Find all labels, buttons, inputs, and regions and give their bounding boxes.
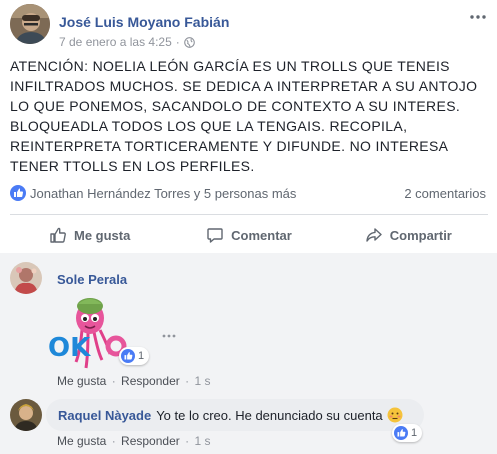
comment-reply-link[interactable]: Responder — [121, 374, 180, 388]
post-text: ATENCIÓN: NOELIA LEÓN GARCÍA ES UN TROLL… — [10, 58, 478, 174]
post-header: José Luis Moyano Fabián 7 de enero a las… — [10, 4, 490, 52]
comment-reaction-badge[interactable]: 1 — [119, 347, 150, 365]
comment-text: Yo te lo creo. He denunciado su cuenta — [156, 407, 383, 423]
reactors-link[interactable]: Jonathan Hernández Torres y 5 personas m… — [30, 186, 296, 201]
thumbs-up-icon — [50, 227, 66, 243]
separator: · — [111, 374, 116, 388]
comment-timestamp[interactable]: 1 s — [194, 374, 210, 388]
globe-icon[interactable] — [183, 36, 195, 48]
divider — [10, 214, 488, 215]
reactions-summary: Jonathan Hernández Torres y 5 personas m… — [10, 183, 488, 203]
share-icon — [366, 228, 382, 242]
comment-like-link[interactable]: Me gusta — [57, 374, 106, 388]
comment-bubble: Raquel Nàyade Yo te lo creo. He denuncia… — [46, 399, 424, 431]
action-bar: Me gusta Comentar Compartir — [10, 218, 488, 252]
ok-sticker[interactable]: OK — [46, 290, 130, 376]
comment-author-name[interactable]: Raquel Nàyade — [58, 408, 151, 423]
comment-reply-link[interactable]: Responder — [121, 434, 180, 448]
like-button[interactable]: Me gusta — [10, 218, 169, 252]
commenter-avatar[interactable] — [10, 262, 42, 294]
comments-count-link[interactable]: 2 comentarios — [404, 186, 486, 201]
post-date[interactable]: 7 de enero a las 4:25 — [59, 35, 172, 49]
like-reaction-icon — [394, 426, 408, 440]
embarrassed-emoji-icon — [387, 407, 403, 423]
comment-actions: Me gusta · Responder · 1 s — [57, 434, 210, 448]
comment-button-label: Comentar — [231, 227, 292, 243]
separator: · — [111, 434, 116, 448]
comment-icon — [207, 228, 223, 243]
like-button-label: Me gusta — [73, 227, 131, 243]
comment-author-name[interactable]: Sole Perala — [57, 272, 127, 287]
author-avatar[interactable] — [10, 4, 50, 44]
sticker-text: OK — [48, 333, 91, 363]
reaction-count: 1 — [138, 350, 145, 362]
sticker-image: OK — [48, 298, 127, 369]
meta-separator: · — [175, 35, 180, 49]
comment-like-link[interactable]: Me gusta — [57, 434, 106, 448]
ellipsis-icon[interactable] — [466, 8, 490, 26]
comment-actions: Me gusta · Responder · 1 s — [57, 374, 210, 388]
separator: · — [185, 434, 190, 448]
share-button-label: Compartir — [389, 227, 452, 243]
separator: · — [185, 374, 190, 388]
post-meta: 7 de enero a las 4:25 · — [59, 35, 195, 49]
reaction-count: 1 — [411, 427, 418, 439]
post-author-name[interactable]: José Luis Moyano Fabián — [59, 14, 229, 30]
comment-reaction-badge[interactable]: 1 — [392, 424, 423, 442]
ellipsis-icon[interactable] — [162, 325, 176, 341]
like-reaction-icon — [121, 349, 135, 363]
comment-button[interactable]: Comentar — [169, 218, 328, 252]
comment-timestamp[interactable]: 1 s — [194, 434, 210, 448]
commenter-avatar[interactable] — [10, 399, 42, 431]
like-reaction-icon — [10, 185, 26, 201]
share-button[interactable]: Compartir — [329, 218, 488, 252]
